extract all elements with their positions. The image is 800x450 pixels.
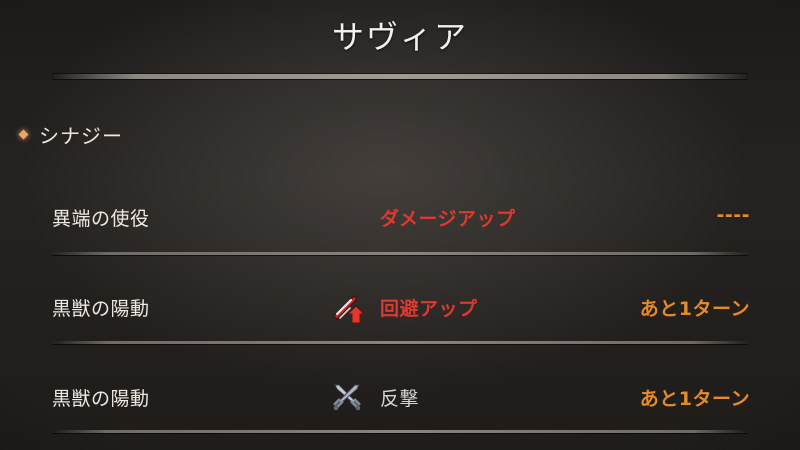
synergy-effect: 回避アップ [380, 298, 478, 320]
synergy-source-name: 黒獣の陽動 [52, 298, 150, 320]
synergy-duration: ---- [716, 204, 750, 226]
counter-attack-icon [330, 380, 364, 414]
row-divider [52, 341, 748, 344]
row-divider [52, 430, 748, 433]
synergy-duration: あと1ターン [639, 388, 750, 410]
synergy-effect: 反撃 [380, 388, 420, 410]
synergy-duration: あと1ターン [639, 298, 750, 320]
synergy-row: 黒獣の陽動 反撃 あと1ターン [0, 378, 800, 418]
synergy-row: 黒獣の陽動 回避アップ あと1ターン [0, 288, 800, 328]
synergy-source-name: 異端の使役 [52, 208, 150, 230]
section-label: シナジー [39, 123, 123, 148]
synergy-row: 異端の使役 ダメージアップ ---- [0, 198, 800, 238]
evasion-up-icon [330, 290, 366, 324]
synergy-effect: ダメージアップ [380, 208, 516, 230]
row-divider [52, 252, 748, 255]
synergy-source-name: 黒獣の陽動 [52, 388, 150, 410]
synergy-section-header: シナジー [18, 120, 123, 148]
diamond-bullet-icon [18, 129, 29, 139]
character-name: サヴィア [331, 18, 468, 56]
title-divider [52, 74, 748, 79]
